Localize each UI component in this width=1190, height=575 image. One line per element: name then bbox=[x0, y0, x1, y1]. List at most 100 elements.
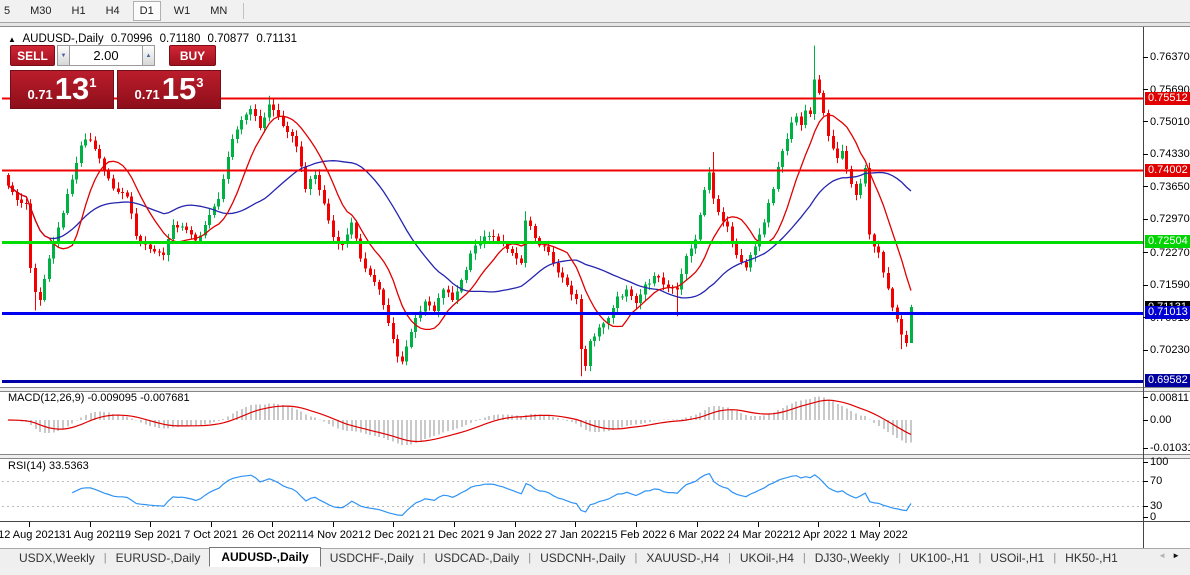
tab-audusd-daily[interactable]: AUDUSD-,Daily bbox=[209, 547, 321, 567]
collapse-arrow-icon[interactable]: ▲ bbox=[8, 35, 16, 44]
timeframe-button-h4[interactable]: H4 bbox=[99, 1, 127, 21]
tab-uk100-h1[interactable]: UK100-,H1 bbox=[901, 549, 978, 567]
tab-ukoil-h4[interactable]: UKOil-,H4 bbox=[731, 549, 803, 567]
price-tick-label: 100 bbox=[1150, 456, 1169, 468]
toolbar-divider bbox=[243, 3, 245, 19]
sell-price-sup: 1 bbox=[89, 75, 97, 90]
price-level-badge: 0.74002 bbox=[1145, 164, 1190, 177]
date-tick-label: 12 Apr 2022 bbox=[788, 529, 848, 541]
tab-scroll-right-icon[interactable]: ► bbox=[1172, 551, 1186, 560]
date-tick-label: 12 Aug 2021 bbox=[0, 529, 60, 541]
timeframe-button-d1[interactable]: D1 bbox=[132, 1, 161, 21]
tab-usdx-weekly[interactable]: USDX,Weekly bbox=[10, 549, 104, 567]
date-tick-mark bbox=[211, 522, 212, 527]
buy-price-tile[interactable]: 0.71 15 3 bbox=[117, 70, 221, 109]
tab-xauusd-h4[interactable]: XAUUSD-,H4 bbox=[637, 549, 728, 567]
one-click-trading-panel: SELL ▼ 2.00 ▲ BUY 0.71 13 1 0.71 15 3 bbox=[10, 45, 223, 109]
date-tick-mark bbox=[758, 522, 759, 527]
timeframe-toolbar: 5 M30 H1 H4 D1 W1 MN bbox=[0, 0, 1190, 22]
date-tick-mark bbox=[393, 522, 394, 527]
tab-dj30-weekly[interactable]: DJ30-,Weekly bbox=[806, 549, 898, 567]
tab-scroll-left-icon[interactable]: ◄ bbox=[1158, 551, 1172, 560]
date-tick-label: 1 May 2022 bbox=[850, 529, 908, 541]
timeframe-button-mn[interactable]: MN bbox=[203, 1, 234, 21]
sell-button[interactable]: SELL bbox=[10, 45, 55, 66]
axis-tick-mark bbox=[1143, 186, 1148, 187]
date-axis-border bbox=[0, 521, 1190, 522]
axis-tick-mark bbox=[1143, 448, 1148, 449]
date-tick-label: 24 Mar 2022 bbox=[727, 529, 789, 541]
date-tick-label: 15 Feb 2022 bbox=[605, 529, 667, 541]
ohlc-close: 0.71131 bbox=[256, 33, 298, 45]
price-tick-label: 0.76370 bbox=[1150, 51, 1190, 63]
date-tick-mark bbox=[636, 522, 637, 527]
axis-tick-mark bbox=[1143, 121, 1148, 122]
volume-input[interactable]: 2.00 bbox=[70, 45, 142, 66]
price-tick-label: 0 bbox=[1150, 511, 1157, 523]
ohlc-open: 0.70996 bbox=[110, 33, 153, 45]
price-tick-label: 0.73650 bbox=[1150, 181, 1190, 193]
volume-increase-button[interactable]: ▲ bbox=[142, 45, 155, 66]
date-tick-mark bbox=[90, 522, 91, 527]
tab-usdchf-daily[interactable]: USDCHF-,Daily bbox=[321, 549, 423, 567]
timeframe-button-5[interactable]: 5 bbox=[0, 1, 17, 21]
price-tick-label: -0.01031 bbox=[1150, 442, 1190, 454]
tab-usdcad-daily[interactable]: USDCAD-,Daily bbox=[426, 549, 529, 567]
buy-price-sup: 3 bbox=[196, 75, 204, 90]
date-tick-mark bbox=[575, 522, 576, 527]
rsi-panel-splitter[interactable] bbox=[0, 454, 1190, 459]
buy-price-prefix: 0.71 bbox=[134, 87, 160, 102]
chart-title: ▲ AUDUSD-,Daily 0.70996 0.71180 0.70877 … bbox=[8, 33, 301, 45]
rsi-label: RSI(14) 33.5363 bbox=[8, 460, 89, 472]
timeframe-button-w1[interactable]: W1 bbox=[167, 1, 198, 21]
price-tick-label: 0.00811 bbox=[1150, 392, 1189, 404]
axis-tick-mark bbox=[1143, 420, 1148, 421]
date-tick-mark bbox=[879, 522, 880, 527]
date-tick-mark bbox=[697, 522, 698, 527]
price-tick-label: 0.74330 bbox=[1150, 148, 1190, 160]
date-tick-label: 26 Oct 2021 bbox=[242, 529, 302, 541]
axis-tick-mark bbox=[1143, 252, 1148, 253]
sell-price-big: 13 bbox=[54, 71, 90, 106]
timeframe-button-h1[interactable]: H1 bbox=[65, 1, 93, 21]
symbol-label: AUDUSD-,Daily bbox=[22, 33, 104, 45]
tab-hk50-h1[interactable]: HK50-,H1 bbox=[1056, 549, 1127, 567]
axis-tick-mark bbox=[1143, 154, 1148, 155]
chart-window: ▲ AUDUSD-,Daily 0.70996 0.71180 0.70877 … bbox=[0, 27, 1190, 548]
macd-label: MACD(12,26,9) -0.009095 -0.007681 bbox=[8, 392, 190, 404]
axis-tick-mark bbox=[1143, 481, 1148, 482]
axis-tick-mark bbox=[1143, 350, 1148, 351]
axis-tick-mark bbox=[1143, 219, 1148, 220]
date-tick-label: 21 Dec 2021 bbox=[422, 529, 486, 541]
date-tick-label: 6 Mar 2022 bbox=[669, 529, 725, 541]
sell-price-tile[interactable]: 0.71 13 1 bbox=[10, 70, 114, 109]
date-tick-mark bbox=[29, 522, 30, 527]
price-level-badge: 0.75512 bbox=[1145, 92, 1190, 105]
date-tick-mark bbox=[150, 522, 151, 527]
price-tick-label: 0.75010 bbox=[1150, 116, 1190, 128]
price-axis-border bbox=[1143, 27, 1144, 548]
axis-tick-mark bbox=[1143, 462, 1148, 463]
axis-tick-mark bbox=[1143, 89, 1148, 90]
tab-usoil-h1[interactable]: USOil-,H1 bbox=[981, 549, 1053, 567]
tab-eurusd-daily[interactable]: EURUSD-,Daily bbox=[107, 549, 210, 567]
axis-tick-mark bbox=[1143, 517, 1148, 518]
tab-usdcnh-daily[interactable]: USDCNH-,Daily bbox=[531, 549, 634, 567]
date-tick-label: 7 Oct 2021 bbox=[184, 529, 238, 541]
date-tick-label: 19 Sep 2021 bbox=[118, 529, 182, 541]
date-tick-mark bbox=[515, 522, 516, 527]
axis-tick-mark bbox=[1143, 506, 1148, 507]
timeframe-button-m30[interactable]: M30 bbox=[23, 1, 58, 21]
chart-tabs-bar: USDX,Weekly | EURUSD-,Daily AUDUSD-,Daily US… bbox=[0, 547, 1190, 567]
date-tick-mark bbox=[272, 522, 273, 527]
date-tick-mark bbox=[333, 522, 334, 527]
axis-tick-mark bbox=[1143, 285, 1148, 286]
price-tick-label: 70 bbox=[1150, 475, 1163, 487]
price-level-badge: 0.71013 bbox=[1145, 306, 1190, 319]
axis-tick-mark bbox=[1143, 397, 1148, 398]
price-tick-label: 0.72970 bbox=[1150, 213, 1190, 225]
axis-tick-mark bbox=[1143, 57, 1148, 58]
buy-button[interactable]: BUY bbox=[169, 45, 216, 66]
volume-decrease-button[interactable]: ▼ bbox=[57, 45, 70, 66]
date-tick-label: 2 Dec 2021 bbox=[364, 529, 422, 541]
